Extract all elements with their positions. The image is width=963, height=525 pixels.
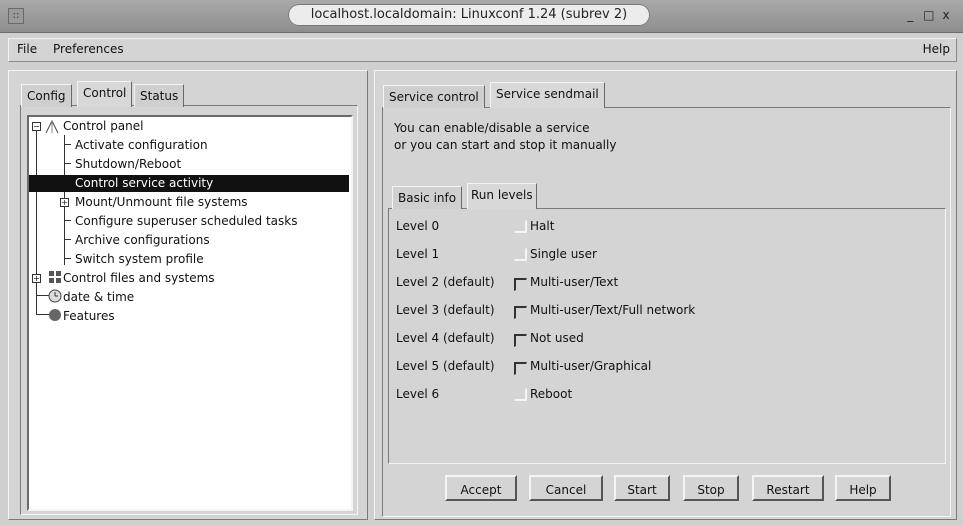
level-label: Level 6	[396, 387, 440, 401]
stop-button[interactable]: Stop	[683, 475, 739, 501]
tree-item-mount-unmount[interactable]: Mount/Unmount file systems	[75, 194, 248, 211]
level-4-checkbox[interactable]	[514, 334, 527, 347]
level-0-checkbox[interactable]	[514, 220, 527, 233]
tree-item-date-time[interactable]: date & time	[63, 289, 134, 306]
level-label: Level 2 (default)	[396, 275, 495, 289]
tab-status[interactable]: Status	[134, 84, 185, 107]
tree-item-control-service-activity[interactable]: Control service activity	[29, 175, 349, 192]
description: You can enable/disable a service or you …	[394, 120, 616, 154]
level-desc: Multi-user/Graphical	[530, 359, 652, 373]
features-icon	[49, 309, 61, 321]
menu-preferences[interactable]: Preferences	[53, 42, 124, 56]
level-label: Level 5 (default)	[396, 359, 495, 373]
tree-item-switch-system-profile[interactable]: Switch system profile	[75, 251, 204, 268]
cancel-button[interactable]: Cancel	[529, 475, 603, 501]
level-desc: Reboot	[530, 387, 573, 401]
clock-icon	[48, 289, 62, 303]
files-systems-icon	[49, 271, 61, 283]
tree-item-shutdown-reboot[interactable]: Shutdown/Reboot	[75, 156, 181, 173]
level-6-checkbox[interactable]	[514, 388, 527, 401]
tree-item-control-files-systems[interactable]: Control files and systems	[63, 270, 215, 287]
tree-item-scheduled-tasks[interactable]: Configure superuser scheduled tasks	[75, 213, 297, 230]
menu-file[interactable]: File	[17, 42, 37, 56]
help-button[interactable]: Help	[835, 475, 891, 501]
window-menu-icon[interactable]: ::	[8, 8, 24, 24]
tab-service-control[interactable]: Service control	[383, 85, 485, 108]
tab-control[interactable]: Control	[77, 81, 133, 107]
tab-run-levels[interactable]: Run levels	[467, 183, 537, 209]
level-3-checkbox[interactable]	[514, 306, 527, 319]
title-bar[interactable]: :: localhost.localdomain: Linuxconf 1.24…	[0, 0, 963, 33]
level-1-checkbox[interactable]	[514, 248, 527, 261]
maximize-icon[interactable]: □	[923, 8, 935, 22]
minimize-icon[interactable]: _	[905, 8, 917, 22]
window-title: localhost.localdomain: Linuxconf 1.24 (s…	[288, 4, 650, 26]
tab-basic-info[interactable]: Basic info	[392, 186, 463, 209]
accept-button[interactable]: Accept	[445, 475, 517, 501]
tree-item-control-panel[interactable]: Control panel	[63, 118, 143, 135]
level-5-checkbox[interactable]	[514, 362, 527, 375]
level-label: Level 1	[396, 247, 440, 261]
level-desc: Halt	[530, 219, 555, 233]
tree-item-features[interactable]: Features	[63, 308, 115, 325]
description-line: You can enable/disable a service	[394, 121, 590, 135]
level-label: Level 3 (default)	[396, 303, 495, 317]
start-button[interactable]: Start	[614, 475, 670, 501]
restart-button[interactable]: Restart	[752, 475, 824, 501]
tree-item-archive-configurations[interactable]: Archive configurations	[75, 232, 210, 249]
level-2-checkbox[interactable]	[514, 278, 527, 291]
tab-config[interactable]: Config	[21, 84, 72, 107]
level-desc: Single user	[530, 247, 597, 261]
control-panel-icon	[45, 120, 59, 134]
level-desc: Not used	[530, 331, 584, 345]
tab-service-sendmail[interactable]: Service sendmail	[490, 82, 605, 108]
level-label: Level 4 (default)	[396, 331, 495, 345]
description-line: or you can start and stop it manually	[394, 138, 617, 152]
expand-icon[interactable]: −	[32, 122, 41, 131]
expand-icon[interactable]: +	[60, 198, 69, 207]
window-controls: _ □ x	[905, 8, 953, 22]
level-label: Level 0	[396, 219, 440, 233]
menu-bar: File Preferences Help	[8, 38, 957, 62]
level-desc: Multi-user/Text	[530, 275, 619, 289]
control-tree[interactable]: − Control panel Activate configuration S…	[27, 115, 353, 511]
expand-icon[interactable]: +	[32, 274, 41, 283]
level-desc: Multi-user/Text/Full network	[530, 303, 696, 317]
tree-item-activate-configuration[interactable]: Activate configuration	[75, 137, 208, 154]
close-icon[interactable]: x	[941, 8, 953, 22]
menu-help[interactable]: Help	[923, 42, 950, 56]
